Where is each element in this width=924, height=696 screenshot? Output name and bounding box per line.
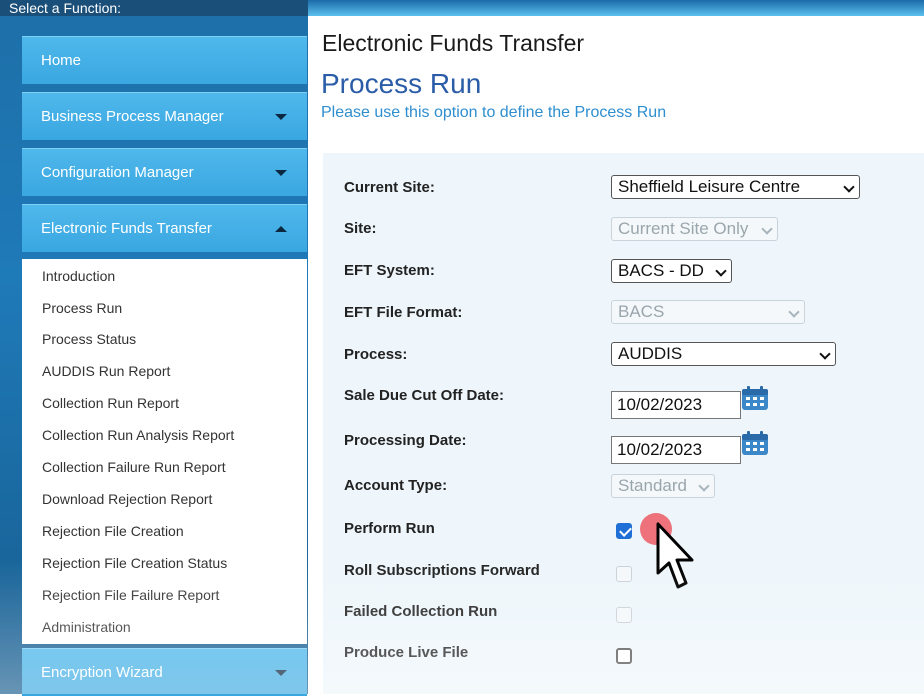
app-title: Electronic Funds Transfer <box>322 30 585 56</box>
pointer-hand-icon <box>656 522 694 589</box>
eft-file-format-select: BACS <box>611 300 805 324</box>
produce-live-file-checkbox[interactable] <box>616 648 632 664</box>
account-type-select: Standard <box>611 474 715 498</box>
site-select: Current Site Only <box>611 217 778 241</box>
menu-label: Electronic Funds Transfer <box>41 220 212 237</box>
page-subtitle: Please use this option to define the Pro… <box>321 104 667 121</box>
sidebar: Select a Function: Home Business Process… <box>0 0 308 696</box>
current-site-select[interactable]: Sheffield Leisure Centre <box>611 175 860 199</box>
chevron-down-icon <box>275 113 287 120</box>
menu-electronic-funds-transfer[interactable]: Electronic Funds Transfer <box>22 204 307 252</box>
chevron-down-icon <box>761 223 773 235</box>
eft-system-value: BACS - DD <box>618 261 704 280</box>
eft-file-format-label: EFT File Format: <box>344 304 463 321</box>
perform-run-label: Perform Run <box>344 520 435 537</box>
submenu-administration[interactable]: Administration <box>42 619 131 635</box>
submenu-introduction[interactable]: Introduction <box>42 268 115 284</box>
chevron-down-icon <box>275 669 287 676</box>
menu-business-process-manager[interactable]: Business Process Manager <box>22 92 307 140</box>
site-value: Current Site Only <box>618 219 749 238</box>
perform-run-checkbox[interactable] <box>616 523 632 539</box>
chevron-down-icon <box>788 306 800 318</box>
menu-label: Encryption Wizard <box>41 664 163 681</box>
roll-subscriptions-forward-checkbox <box>616 566 632 582</box>
account-type-value: Standard <box>618 476 687 495</box>
process-select[interactable]: AUDDIS <box>611 342 836 366</box>
calendar-icon[interactable] <box>741 430 769 456</box>
sidebar-header: Select a Function: <box>0 0 308 16</box>
chevron-down-icon <box>275 169 287 176</box>
chevron-down-icon <box>843 181 855 193</box>
menu-encryption-wizard[interactable]: Encryption Wizard <box>22 648 307 696</box>
account-type-label: Account Type: <box>344 477 448 494</box>
menu-label: Configuration Manager <box>41 164 194 181</box>
sale-due-cut-off-date-label: Sale Due Cut Off Date: <box>344 387 505 404</box>
submenu-download-rejection-report[interactable]: Download Rejection Report <box>42 491 212 507</box>
submenu-rejection-file-creation[interactable]: Rejection File Creation <box>42 523 184 539</box>
sale-due-cut-off-date-input[interactable]: 10/02/2023 <box>611 391 741 419</box>
calendar-icon[interactable] <box>741 385 769 411</box>
submenu-process-status[interactable]: Process Status <box>42 331 136 347</box>
produce-live-file-label: Produce Live File <box>344 644 469 661</box>
chevron-up-icon <box>275 225 287 232</box>
eft-file-format-value: BACS <box>618 302 665 321</box>
processing-date-label: Processing Date: <box>344 432 467 449</box>
submenu-auddis-run-report[interactable]: AUDDIS Run Report <box>42 363 170 379</box>
eft-system-label: EFT System: <box>344 262 435 279</box>
submenu-collection-failure-run-report[interactable]: Collection Failure Run Report <box>42 459 226 475</box>
menu-configuration-manager[interactable]: Configuration Manager <box>22 148 307 196</box>
menu-label: Home <box>41 52 82 69</box>
top-bar <box>308 0 924 16</box>
submenu-rejection-file-creation-status[interactable]: Rejection File Creation Status <box>42 555 227 571</box>
submenu-collection-run-report[interactable]: Collection Run Report <box>42 395 179 411</box>
roll-subscriptions-forward-label: Roll Subscriptions Forward <box>344 562 540 579</box>
menu-home[interactable]: Home <box>22 36 307 84</box>
submenu-collection-run-analysis-report[interactable]: Collection Run Analysis Report <box>42 427 234 443</box>
current-site-label: Current Site: <box>344 179 435 196</box>
processing-date-input[interactable]: 10/02/2023 <box>611 436 741 464</box>
process-label: Process: <box>344 346 408 363</box>
failed-collection-run-label: Failed Collection Run <box>344 603 498 620</box>
eft-submenu: Introduction Process Run Process Status … <box>22 259 307 644</box>
failed-collection-run-checkbox <box>616 607 632 623</box>
submenu-process-run[interactable]: Process Run <box>42 300 122 316</box>
chevron-down-icon <box>819 348 831 360</box>
chevron-down-icon <box>698 480 710 492</box>
eft-system-select[interactable]: BACS - DD <box>611 259 732 283</box>
current-site-value: Sheffield Leisure Centre <box>618 177 801 196</box>
process-value: AUDDIS <box>618 344 683 363</box>
menu-label: Business Process Manager <box>41 108 224 125</box>
submenu-rejection-file-failure-report[interactable]: Rejection File Failure Report <box>42 587 219 603</box>
page-title: Process Run <box>321 68 482 99</box>
chevron-down-icon <box>715 265 727 277</box>
site-label: Site: <box>344 220 377 237</box>
